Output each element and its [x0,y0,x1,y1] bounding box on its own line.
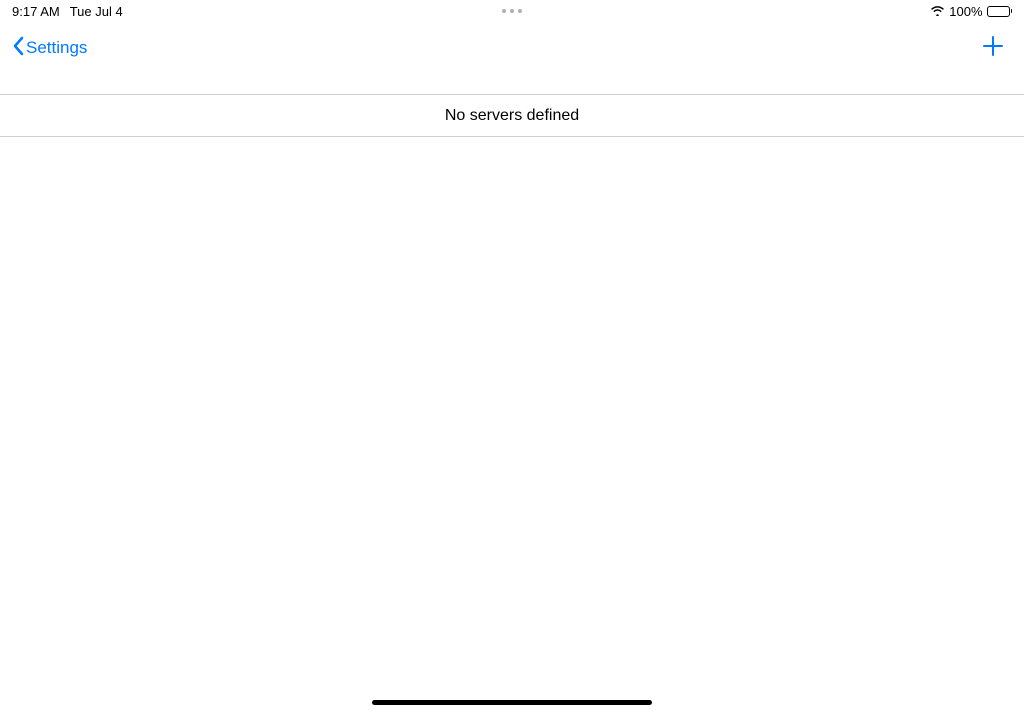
empty-state-message: No servers defined [445,107,579,125]
dot-icon [502,9,506,13]
dot-icon [510,9,514,13]
chevron-left-icon [12,36,24,61]
plus-icon [982,35,1004,62]
status-right: 100% [930,4,1012,19]
navigation-bar: Settings [0,26,1024,70]
empty-state-row: No servers defined [0,95,1024,136]
multitasking-dots[interactable] [502,9,522,13]
status-bar: 9:17 AM Tue Jul 4 100% [0,0,1024,22]
status-time: 9:17 AM [12,4,60,19]
status-date: Tue Jul 4 [70,4,123,19]
back-button[interactable]: Settings [12,36,87,61]
home-indicator[interactable] [372,700,652,705]
back-label: Settings [26,38,87,58]
battery-percent: 100% [949,4,982,19]
dot-icon [518,9,522,13]
status-left: 9:17 AM Tue Jul 4 [12,4,123,19]
wifi-icon [930,4,945,19]
add-button[interactable] [982,35,1004,62]
content-area: No servers defined [0,94,1024,137]
battery-icon [987,6,1013,17]
